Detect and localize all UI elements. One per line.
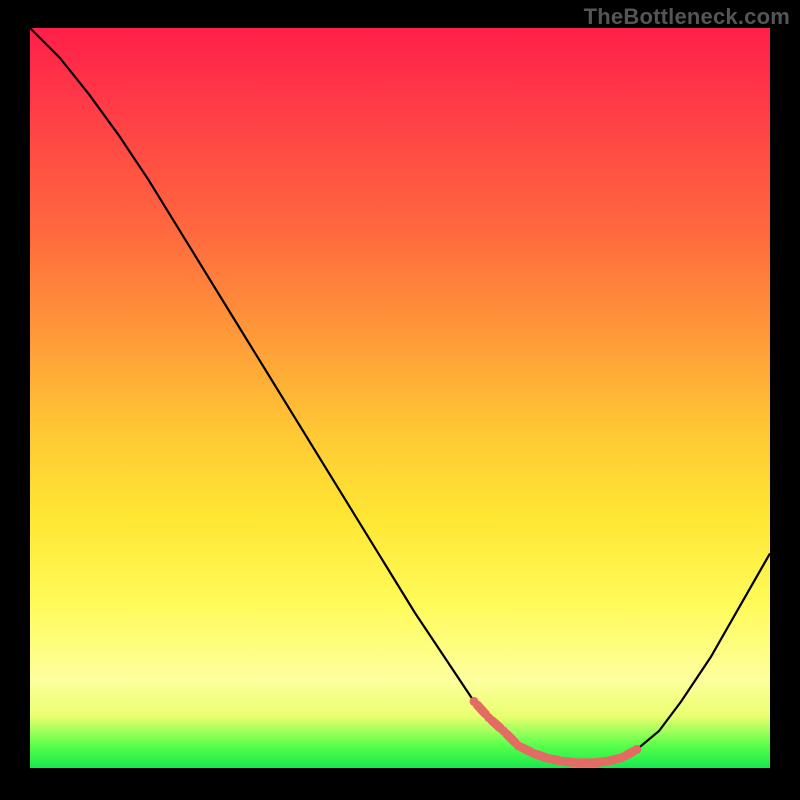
curve-overlay xyxy=(30,28,770,768)
watermark-text: TheBottleneck.com xyxy=(584,4,790,30)
plot-area xyxy=(30,28,770,768)
trough-markers xyxy=(470,697,642,767)
chart-canvas: TheBottleneck.com xyxy=(0,0,800,800)
bottleneck-curve xyxy=(30,28,770,763)
